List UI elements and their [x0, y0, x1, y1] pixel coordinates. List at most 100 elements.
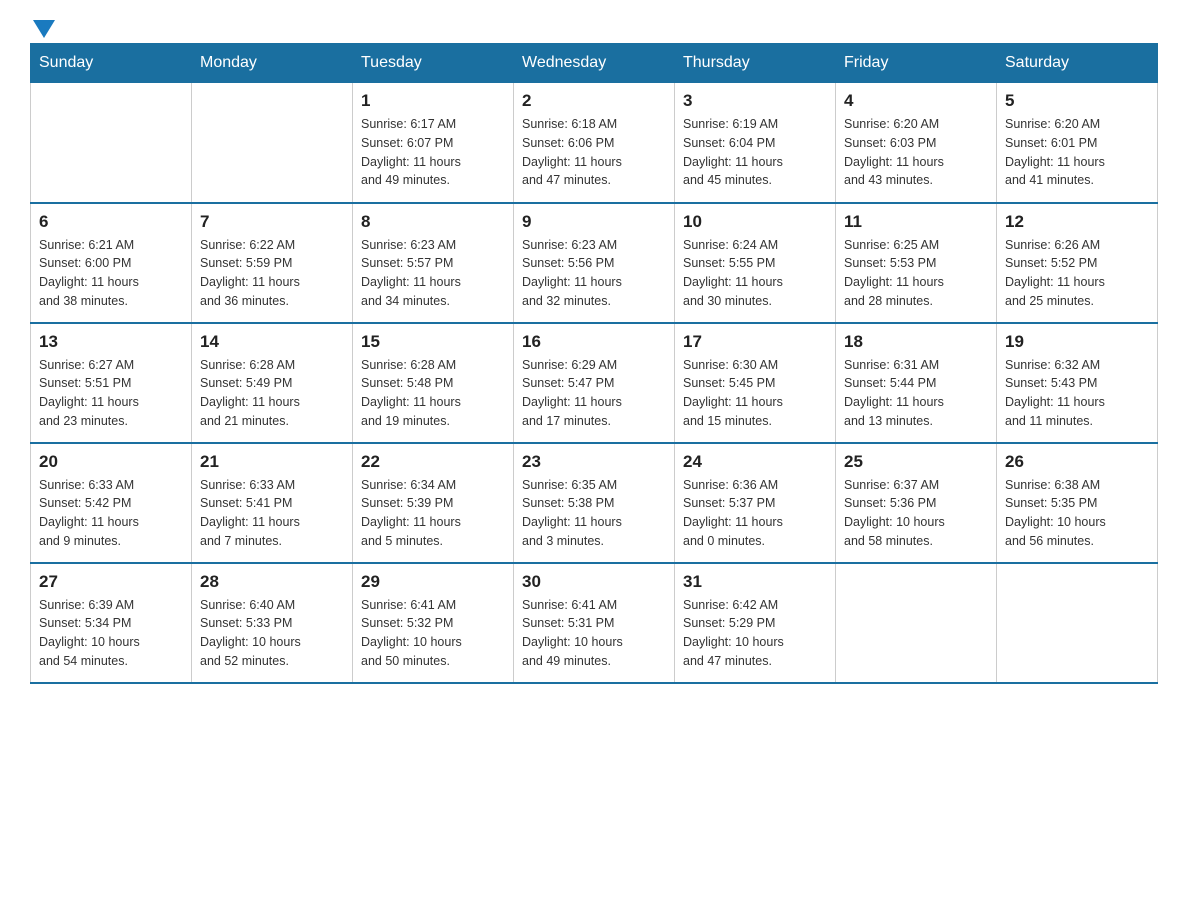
calendar-cell: 9 Sunrise: 6:23 AM Sunset: 5:56 PM Daylig… [514, 203, 675, 323]
col-thursday: Thursday [675, 44, 836, 83]
calendar-week-row-1: 1Sunrise: 6:17 AM Sunset: 6:07 PM Daylig… [31, 83, 1158, 203]
day-info: Sunrise: 6:33 AM Sunset: 5:42 PM Dayligh… [39, 476, 183, 551]
calendar-cell: 7Sunrise: 6:22 AM Sunset: 5:59 PM Daylig… [192, 203, 353, 323]
calendar-cell [836, 563, 997, 683]
calendar-cell: 17Sunrise: 6:30 AM Sunset: 5:45 PM Dayli… [675, 323, 836, 443]
day-number: 23 [522, 452, 666, 472]
calendar-cell: 20 Sunrise: 6:33 AM Sunset: 5:42 PM Dayli… [31, 443, 192, 563]
day-number: 4 [844, 91, 988, 111]
day-info: Sunrise: 6:34 AM Sunset: 5:39 PM Dayligh… [361, 476, 505, 551]
day-info: Sunrise: 6:21 AM Sunset: 6:00 PM Dayligh… [39, 236, 183, 311]
logo [30, 20, 55, 33]
day-info: Sunrise: 6:38 AM Sunset: 5:35 PM Dayligh… [1005, 476, 1149, 551]
calendar-cell: 31 Sunrise: 6:42 AM Sunset: 5:29 PM Dayli… [675, 563, 836, 683]
calendar-cell: 15 Sunrise: 6:28 AM Sunset: 5:48 PM Dayli… [353, 323, 514, 443]
calendar-cell: 16 Sunrise: 6:29 AM Sunset: 5:47 PM Dayli… [514, 323, 675, 443]
day-info: Sunrise: 6:18 AM Sunset: 6:06 PM Dayligh… [522, 115, 666, 190]
calendar-cell: 29 Sunrise: 6:41 AM Sunset: 5:32 PM Dayli… [353, 563, 514, 683]
logo-triangle-icon [33, 20, 55, 43]
day-info: Sunrise: 6:41 AM Sunset: 5:32 PM Dayligh… [361, 596, 505, 671]
day-info: Sunrise: 6:28 AM Sunset: 5:49 PM Dayligh… [200, 356, 344, 431]
day-info: Sunrise: 6:28 AM Sunset: 5:48 PM Dayligh… [361, 356, 505, 431]
calendar-cell [192, 83, 353, 203]
day-info: Sunrise: 6:29 AM Sunset: 5:47 PM Dayligh… [522, 356, 666, 431]
day-number: 18 [844, 332, 988, 352]
day-number: 19 [1005, 332, 1149, 352]
day-number: 8 [361, 212, 505, 232]
day-number: 11 [844, 212, 988, 232]
day-number: 9 [522, 212, 666, 232]
calendar-cell: 24 Sunrise: 6:36 AM Sunset: 5:37 PM Dayli… [675, 443, 836, 563]
day-info: Sunrise: 6:41 AM Sunset: 5:31 PM Dayligh… [522, 596, 666, 671]
day-number: 28 [200, 572, 344, 592]
day-number: 15 [361, 332, 505, 352]
day-info: Sunrise: 6:20 AM Sunset: 6:03 PM Dayligh… [844, 115, 988, 190]
calendar-cell: 2 Sunrise: 6:18 AM Sunset: 6:06 PM Daylig… [514, 83, 675, 203]
col-monday: Monday [192, 44, 353, 83]
day-info: Sunrise: 6:37 AM Sunset: 5:36 PM Dayligh… [844, 476, 988, 551]
calendar-week-row-3: 13Sunrise: 6:27 AM Sunset: 5:51 PM Dayli… [31, 323, 1158, 443]
day-number: 16 [522, 332, 666, 352]
day-info: Sunrise: 6:31 AM Sunset: 5:44 PM Dayligh… [844, 356, 988, 431]
day-number: 6 [39, 212, 183, 232]
calendar-cell: 10Sunrise: 6:24 AM Sunset: 5:55 PM Dayli… [675, 203, 836, 323]
calendar-cell: 8 Sunrise: 6:23 AM Sunset: 5:57 PM Daylig… [353, 203, 514, 323]
day-number: 5 [1005, 91, 1149, 111]
calendar-week-row-4: 20 Sunrise: 6:33 AM Sunset: 5:42 PM Dayli… [31, 443, 1158, 563]
calendar-cell: 14 Sunrise: 6:28 AM Sunset: 5:49 PM Dayli… [192, 323, 353, 443]
col-tuesday: Tuesday [353, 44, 514, 83]
calendar-cell: 3 Sunrise: 6:19 AM Sunset: 6:04 PM Daylig… [675, 83, 836, 203]
day-info: Sunrise: 6:20 AM Sunset: 6:01 PM Dayligh… [1005, 115, 1149, 190]
calendar-week-row-2: 6 Sunrise: 6:21 AM Sunset: 6:00 PM Daylig… [31, 203, 1158, 323]
day-number: 31 [683, 572, 827, 592]
day-number: 7 [200, 212, 344, 232]
day-number: 26 [1005, 452, 1149, 472]
calendar-cell: 12 Sunrise: 6:26 AM Sunset: 5:52 PM Dayli… [997, 203, 1158, 323]
day-number: 14 [200, 332, 344, 352]
calendar-cell: 5 Sunrise: 6:20 AM Sunset: 6:01 PM Daylig… [997, 83, 1158, 203]
calendar-cell [997, 563, 1158, 683]
page-header [30, 20, 1158, 33]
calendar-cell: 27Sunrise: 6:39 AM Sunset: 5:34 PM Dayli… [31, 563, 192, 683]
day-number: 3 [683, 91, 827, 111]
day-number: 22 [361, 452, 505, 472]
calendar-cell: 25 Sunrise: 6:37 AM Sunset: 5:36 PM Dayli… [836, 443, 997, 563]
calendar-cell: 6 Sunrise: 6:21 AM Sunset: 6:00 PM Daylig… [31, 203, 192, 323]
calendar-cell: 18 Sunrise: 6:31 AM Sunset: 5:44 PM Dayli… [836, 323, 997, 443]
calendar-cell: 13Sunrise: 6:27 AM Sunset: 5:51 PM Dayli… [31, 323, 192, 443]
day-number: 25 [844, 452, 988, 472]
day-number: 20 [39, 452, 183, 472]
day-info: Sunrise: 6:26 AM Sunset: 5:52 PM Dayligh… [1005, 236, 1149, 311]
day-info: Sunrise: 6:42 AM Sunset: 5:29 PM Dayligh… [683, 596, 827, 671]
day-info: Sunrise: 6:23 AM Sunset: 5:56 PM Dayligh… [522, 236, 666, 311]
day-number: 1 [361, 91, 505, 111]
col-saturday: Saturday [997, 44, 1158, 83]
day-info: Sunrise: 6:24 AM Sunset: 5:55 PM Dayligh… [683, 236, 827, 311]
day-number: 30 [522, 572, 666, 592]
day-number: 17 [683, 332, 827, 352]
calendar-cell: 11 Sunrise: 6:25 AM Sunset: 5:53 PM Dayli… [836, 203, 997, 323]
calendar-cell: 19 Sunrise: 6:32 AM Sunset: 5:43 PM Dayli… [997, 323, 1158, 443]
day-info: Sunrise: 6:23 AM Sunset: 5:57 PM Dayligh… [361, 236, 505, 311]
calendar-cell: 30 Sunrise: 6:41 AM Sunset: 5:31 PM Dayli… [514, 563, 675, 683]
calendar-week-row-5: 27Sunrise: 6:39 AM Sunset: 5:34 PM Dayli… [31, 563, 1158, 683]
day-info: Sunrise: 6:40 AM Sunset: 5:33 PM Dayligh… [200, 596, 344, 671]
day-number: 12 [1005, 212, 1149, 232]
day-info: Sunrise: 6:36 AM Sunset: 5:37 PM Dayligh… [683, 476, 827, 551]
day-number: 2 [522, 91, 666, 111]
calendar-cell: 28 Sunrise: 6:40 AM Sunset: 5:33 PM Dayli… [192, 563, 353, 683]
calendar-cell: 1Sunrise: 6:17 AM Sunset: 6:07 PM Daylig… [353, 83, 514, 203]
day-info: Sunrise: 6:19 AM Sunset: 6:04 PM Dayligh… [683, 115, 827, 190]
day-number: 29 [361, 572, 505, 592]
day-info: Sunrise: 6:25 AM Sunset: 5:53 PM Dayligh… [844, 236, 988, 311]
col-sunday: Sunday [31, 44, 192, 83]
day-number: 27 [39, 572, 183, 592]
calendar-header-row: Sunday Monday Tuesday Wednesday Thursday… [31, 44, 1158, 83]
calendar-table: Sunday Monday Tuesday Wednesday Thursday… [30, 43, 1158, 684]
calendar-cell: 4 Sunrise: 6:20 AM Sunset: 6:03 PM Daylig… [836, 83, 997, 203]
calendar-cell: 23Sunrise: 6:35 AM Sunset: 5:38 PM Dayli… [514, 443, 675, 563]
day-info: Sunrise: 6:32 AM Sunset: 5:43 PM Dayligh… [1005, 356, 1149, 431]
calendar-cell: 22 Sunrise: 6:34 AM Sunset: 5:39 PM Dayli… [353, 443, 514, 563]
day-number: 24 [683, 452, 827, 472]
day-info: Sunrise: 6:27 AM Sunset: 5:51 PM Dayligh… [39, 356, 183, 431]
